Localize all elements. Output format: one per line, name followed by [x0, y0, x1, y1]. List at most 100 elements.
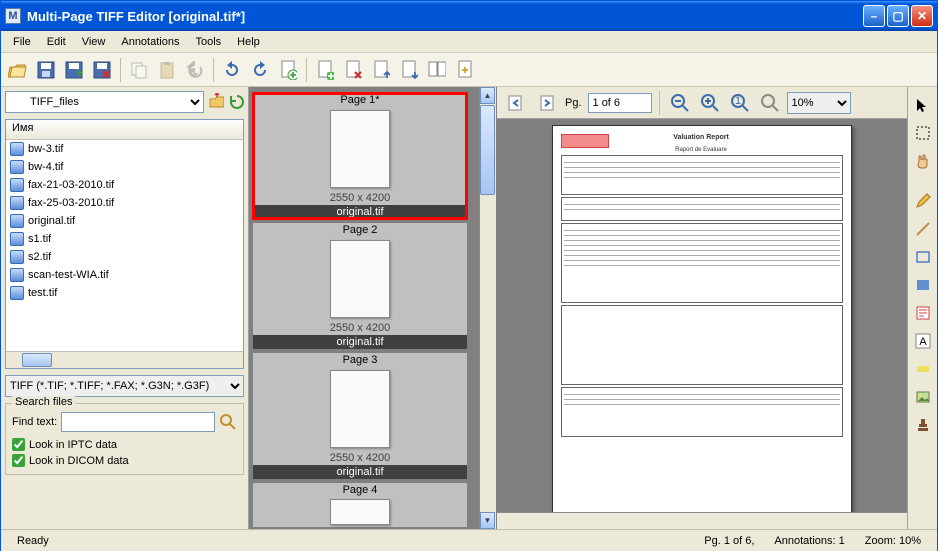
thumbnail-card[interactable]: Page 1* 2550 x 4200 original.tif	[253, 93, 467, 219]
thumbnail-panel: Page 1* 2550 x 4200 original.tif Page 2 …	[249, 87, 497, 529]
file-icon	[10, 160, 24, 174]
chk-iptc[interactable]	[12, 438, 25, 451]
list-item[interactable]: bw-3.tif	[6, 140, 243, 158]
scroll-up-icon[interactable]: ▲	[480, 87, 495, 104]
menu-tools[interactable]: Tools	[187, 34, 229, 50]
file-list-header[interactable]: Имя	[6, 120, 243, 140]
next-page-button[interactable]	[533, 90, 559, 116]
maximize-button[interactable]: ▢	[887, 5, 909, 27]
folder-dropdown[interactable]: TIFF_files	[5, 91, 204, 113]
thumb-file: original.tif	[253, 205, 467, 219]
pointer-tool[interactable]	[911, 93, 935, 117]
folder-up-icon[interactable]	[208, 94, 224, 110]
list-item[interactable]: original.tif	[6, 212, 243, 230]
rotate-right-button[interactable]	[247, 57, 273, 83]
file-icon	[10, 142, 24, 156]
file-icon	[10, 232, 24, 246]
thumb-title: Page 3	[253, 353, 467, 367]
list-item[interactable]: test.tif	[6, 284, 243, 302]
menu-bar: File Edit View Annotations Tools Help	[1, 31, 937, 53]
list-item[interactable]: fax-25-03-2010.tif	[6, 194, 243, 212]
copy-button[interactable]	[126, 57, 152, 83]
list-item[interactable]: scan-test-WIA.tif	[6, 266, 243, 284]
thumb-file: original.tif	[253, 335, 467, 349]
scroll-thumb[interactable]	[480, 105, 495, 195]
text-tool[interactable]: A	[911, 329, 935, 353]
zoom-fit-button[interactable]	[757, 90, 783, 116]
status-zoom: Zoom: 10%	[855, 535, 931, 547]
image-tool[interactable]	[911, 385, 935, 409]
page-number-input[interactable]	[588, 93, 652, 113]
status-bar: Ready Pg. 1 of 6, Annotations: 1 Zoom: 1…	[1, 529, 937, 551]
svg-text:1: 1	[734, 95, 740, 107]
stamp-tool[interactable]	[911, 413, 935, 437]
page-move-up-button[interactable]	[368, 57, 394, 83]
thumbnail-card[interactable]: Page 2 2550 x 4200 original.tif	[253, 223, 467, 349]
menu-help[interactable]: Help	[229, 34, 268, 50]
menu-file[interactable]: File	[5, 34, 39, 50]
menu-annotations[interactable]: Annotations	[113, 34, 187, 50]
menu-view[interactable]: View	[74, 34, 114, 50]
doc-subtitle: Raport de Evaluare	[609, 147, 793, 153]
find-label: Find text:	[12, 416, 57, 428]
zoom-out-button[interactable]	[667, 90, 693, 116]
zoom-dropdown[interactable]: 10%	[787, 92, 851, 114]
zoom-in-button[interactable]	[697, 90, 723, 116]
zoom-reset-button[interactable]: 1	[727, 90, 753, 116]
thumb-file: original.tif	[253, 465, 467, 479]
rect-outline-tool[interactable]	[911, 245, 935, 269]
file-icon	[10, 268, 24, 282]
note-tool[interactable]	[911, 301, 935, 325]
preview-area[interactable]: Valuation Report Raport de Evaluare	[497, 119, 907, 512]
page-merge-button[interactable]	[452, 57, 478, 83]
thumb-title: Page 2	[253, 223, 467, 237]
line-tool[interactable]	[911, 217, 935, 241]
highlight-tool[interactable]	[911, 357, 935, 381]
menu-edit[interactable]: Edit	[39, 34, 74, 50]
thumbnail-list[interactable]: Page 1* 2550 x 4200 original.tif Page 2 …	[249, 87, 479, 529]
rotate-left-button[interactable]	[219, 57, 245, 83]
list-item[interactable]: s2.tif	[6, 248, 243, 266]
selection-tool[interactable]	[911, 121, 935, 145]
page-move-down-button[interactable]	[396, 57, 422, 83]
list-item[interactable]: bw-4.tif	[6, 158, 243, 176]
find-button[interactable]	[219, 413, 237, 431]
list-item[interactable]: s1.tif	[6, 230, 243, 248]
hand-tool[interactable]	[911, 149, 935, 173]
thumbnail-vscroll[interactable]: ▲ ▼	[479, 87, 496, 529]
thumbnail-card[interactable]: Page 3 2550 x 4200 original.tif	[253, 353, 467, 479]
prev-page-button[interactable]	[503, 90, 529, 116]
rect-fill-tool[interactable]	[911, 273, 935, 297]
file-filter-dropdown[interactable]: TIFF (*.TIF; *.TIFF; *.FAX; *.G3N; *.G3F…	[5, 375, 244, 397]
new-page-button[interactable]	[275, 57, 301, 83]
file-icon	[10, 286, 24, 300]
close-button[interactable]: ✕	[911, 5, 933, 27]
file-icon	[10, 250, 24, 264]
thumbnail-card[interactable]: Page 4	[253, 483, 467, 527]
minimize-button[interactable]: –	[863, 5, 885, 27]
status-annotations: Annotations: 1	[764, 535, 854, 547]
list-item[interactable]: fax-21-03-2010.tif	[6, 176, 243, 194]
undo-button[interactable]	[182, 57, 208, 83]
left-panel: TIFF_files Имя bw-3.tif bw-4.tif fax-21-…	[1, 87, 249, 529]
save-button[interactable]	[33, 57, 59, 83]
scroll-down-icon[interactable]: ▼	[480, 512, 495, 529]
delete-page-button[interactable]	[89, 57, 115, 83]
file-list[interactable]: bw-3.tif bw-4.tif fax-21-03-2010.tif fax…	[6, 140, 243, 351]
save-as-button[interactable]	[61, 57, 87, 83]
page-split-button[interactable]	[424, 57, 450, 83]
folder-refresh-icon[interactable]	[228, 94, 244, 110]
stamp-annotation[interactable]	[561, 134, 609, 148]
search-legend: Search files	[12, 396, 75, 408]
main-toolbar	[1, 53, 937, 87]
page-add-button[interactable]	[312, 57, 338, 83]
page-remove-button[interactable]	[340, 57, 366, 83]
open-button[interactable]	[5, 57, 31, 83]
file-list-hscroll[interactable]	[6, 351, 243, 368]
chk-dicom[interactable]	[12, 454, 25, 467]
paste-button[interactable]	[154, 57, 180, 83]
find-input[interactable]	[61, 412, 215, 432]
pencil-tool[interactable]	[911, 189, 935, 213]
preview-hscroll[interactable]	[497, 512, 907, 529]
thumb-dim: 2550 x 4200	[253, 191, 467, 205]
